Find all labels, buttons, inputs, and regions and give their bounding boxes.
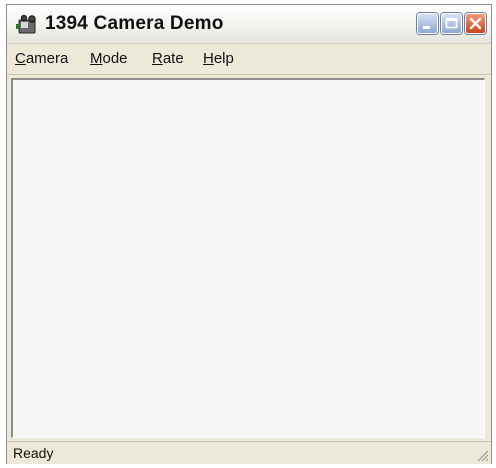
menu-camera-rest: amera — [25, 50, 69, 67]
window-title: 1394 Camera Demo — [45, 13, 224, 34]
menu-camera[interactable]: Camera — [15, 50, 68, 68]
maximize-button[interactable] — [441, 13, 462, 34]
title-bar[interactable]: 1394 Camera Demo — [7, 5, 491, 44]
minimize-button[interactable] — [417, 13, 438, 34]
status-bar: Ready — [7, 441, 491, 464]
minimize-icon — [423, 26, 430, 29]
menu-mode-mnemonic: M — [90, 50, 103, 67]
menu-mode-rest: ode — [102, 50, 128, 67]
menu-mode[interactable]: Mode — [90, 50, 128, 68]
app-window: 1394 Camera Demo Camera Mode Rate Help R… — [6, 4, 492, 464]
menu-camera-mnemonic: C — [15, 50, 26, 67]
menu-bar: Camera Mode Rate Help — [7, 44, 491, 75]
status-text: Ready — [13, 445, 54, 461]
maximize-icon — [445, 17, 458, 29]
menu-rate[interactable]: Rate — [152, 50, 184, 68]
menu-help-rest: elp — [213, 50, 234, 67]
menu-help[interactable]: Help — [203, 50, 234, 68]
resize-grip-icon[interactable] — [475, 448, 489, 462]
menu-rate-mnemonic: R — [152, 50, 163, 67]
client-area[interactable] — [11, 78, 485, 438]
camera-app-icon[interactable] — [15, 14, 39, 36]
close-button[interactable] — [465, 13, 486, 34]
menu-rate-rest: ate — [162, 50, 184, 67]
close-icon — [469, 17, 482, 30]
menu-help-mnemonic: H — [203, 50, 214, 67]
